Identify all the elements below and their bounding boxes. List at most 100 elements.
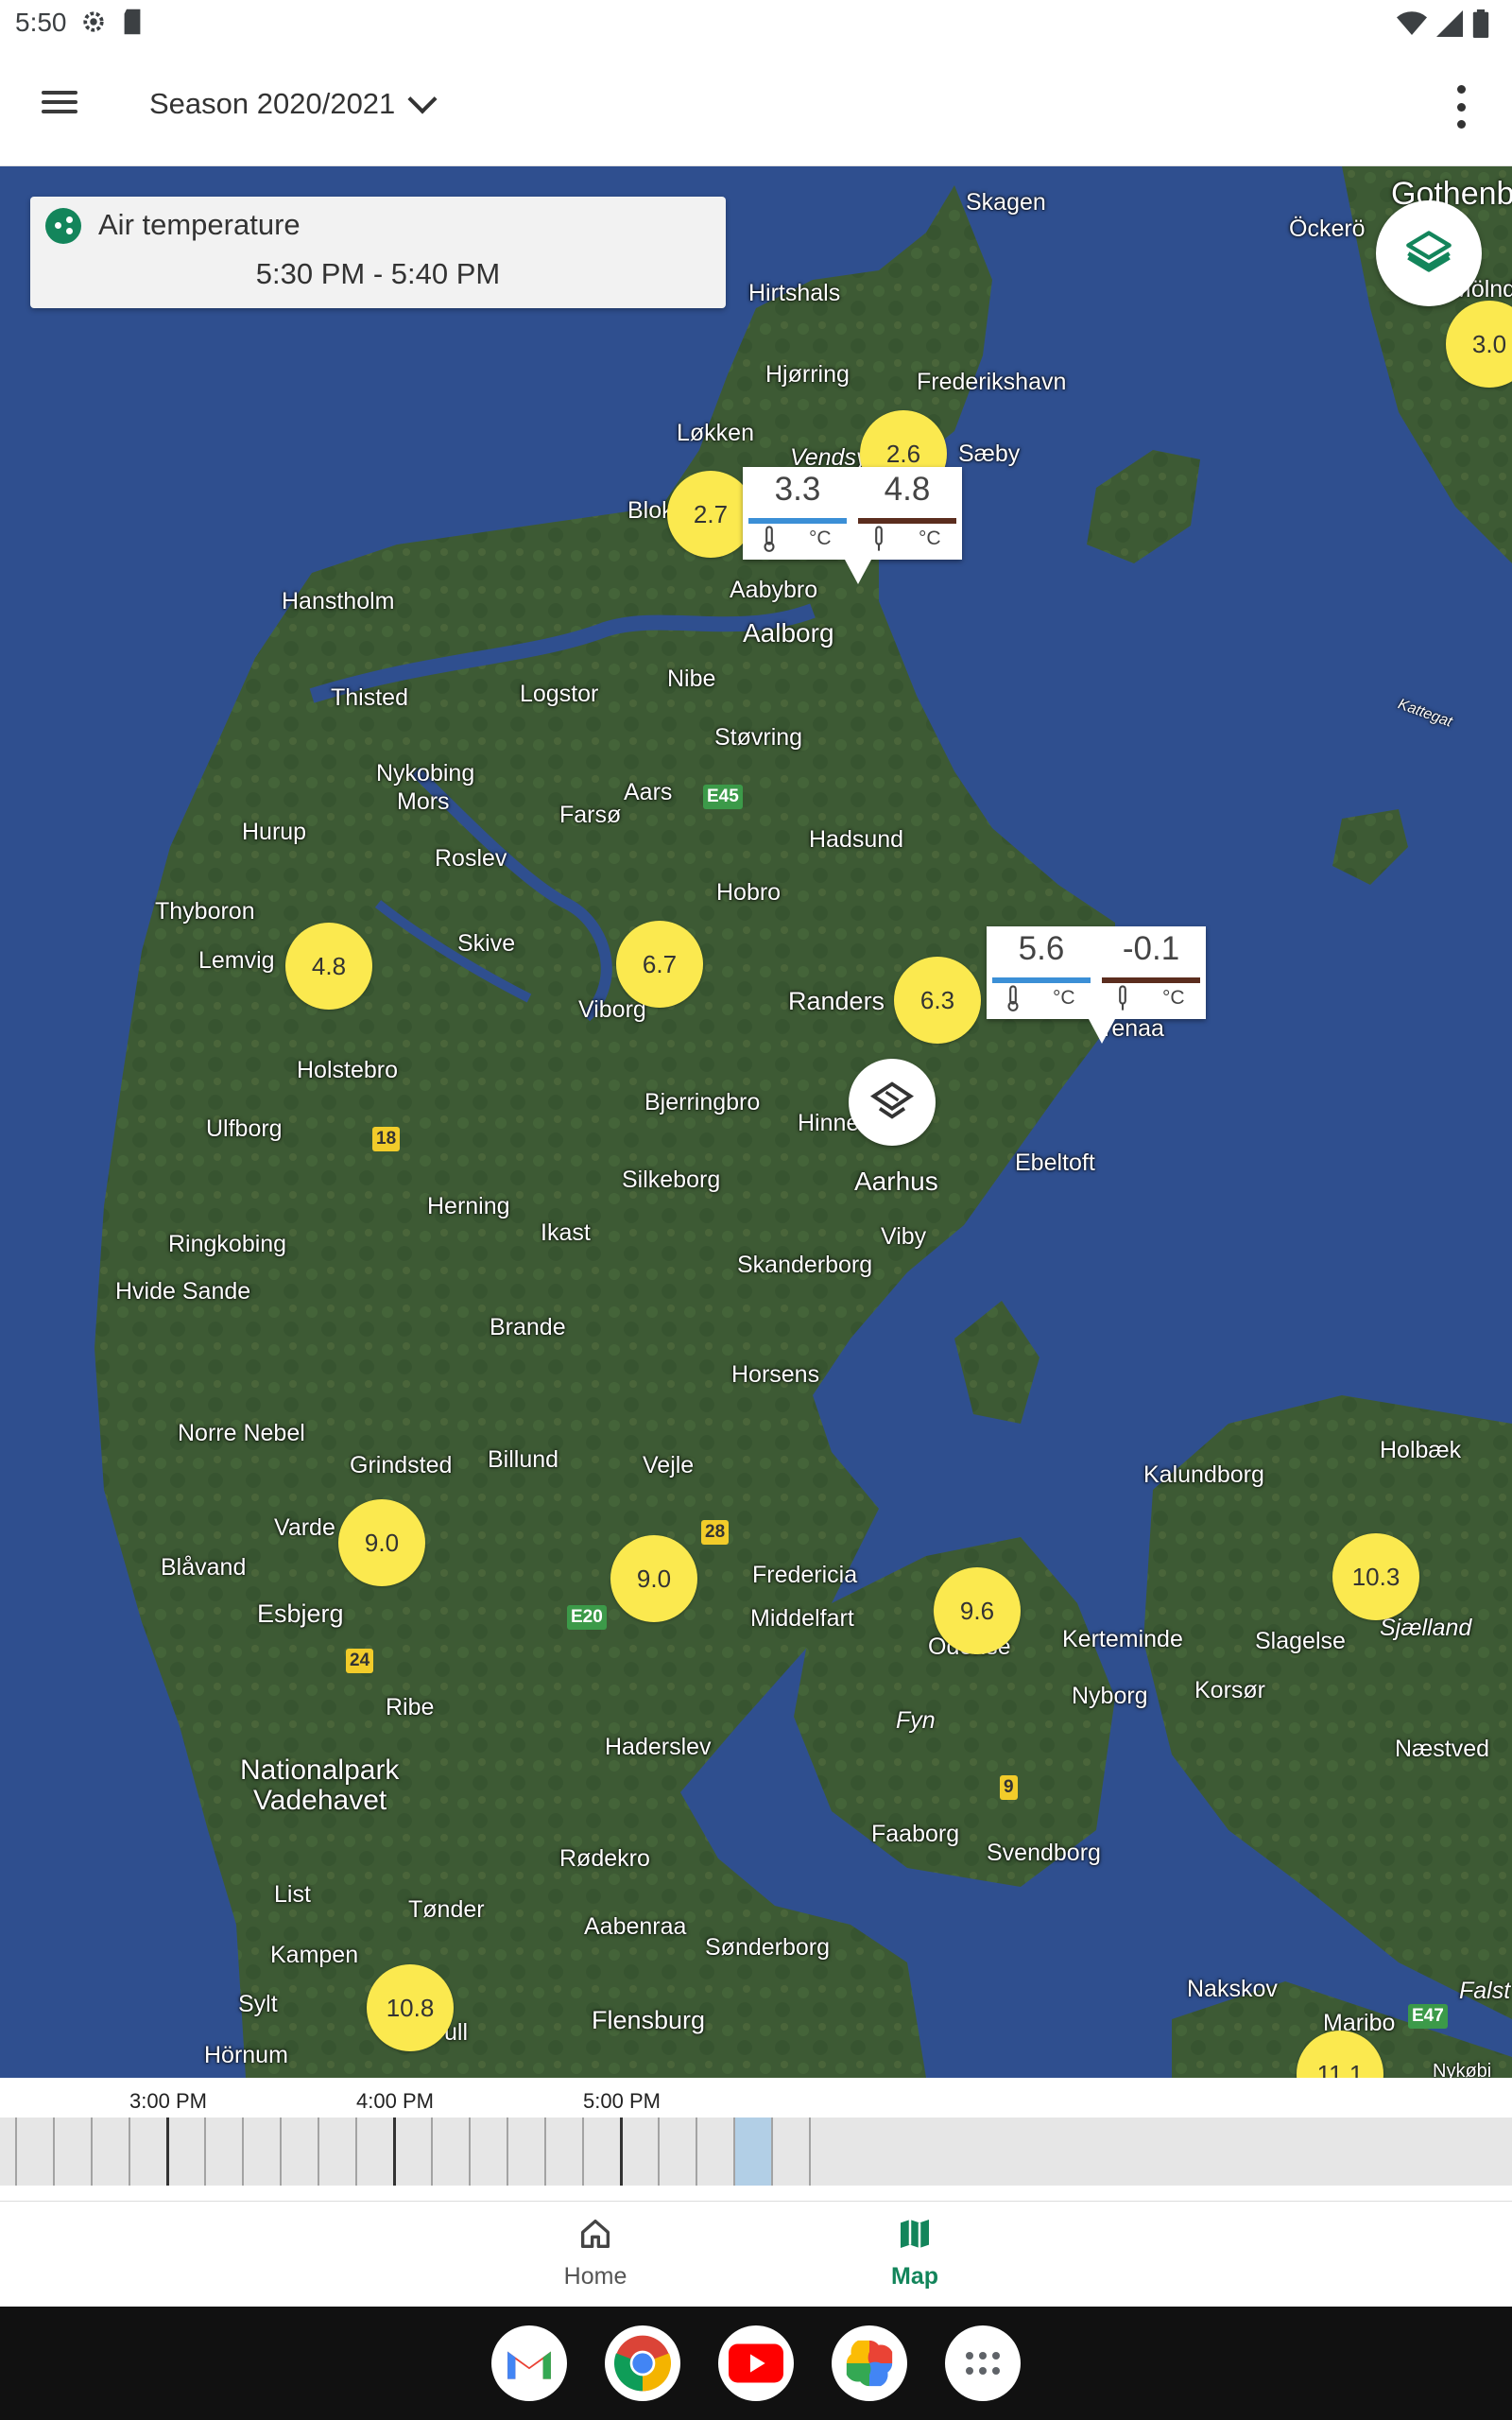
temperature-bubble[interactable]: 6.3: [894, 957, 981, 1044]
place-label: Vejle: [643, 1452, 695, 1478]
temperature-bubble[interactable]: 4.8: [285, 923, 372, 1010]
place-label: Ebeltoft: [1015, 1150, 1095, 1176]
place-label: Faaborg: [871, 1821, 960, 1847]
unit-label: °C: [1053, 987, 1075, 1009]
timeline-tick[interactable]: [393, 2118, 396, 2186]
place-label: Mors: [397, 788, 450, 815]
temperature-bubble[interactable]: 9.6: [934, 1567, 1021, 1654]
timeline-tick[interactable]: [242, 2118, 244, 2186]
hamburger-menu-icon[interactable]: [42, 85, 87, 130]
station-popup[interactable]: 5.6 -0.1 °C °C: [987, 926, 1206, 1044]
place-label: Hanstholm: [282, 588, 395, 614]
timeline-tick[interactable]: [771, 2118, 773, 2186]
gmail-icon[interactable]: [491, 2325, 567, 2401]
nav-home[interactable]: Home: [501, 2215, 690, 2290]
nav-map[interactable]: Map: [820, 2215, 1009, 2290]
timeline-tick[interactable]: [507, 2118, 508, 2186]
layers-button[interactable]: [1376, 200, 1482, 306]
timeline[interactable]: 3:00 PM 4:00 PM 5:00 PM: [0, 2078, 1512, 2201]
place-label: Ulfborg: [206, 1115, 283, 1142]
chrome-icon[interactable]: [605, 2325, 680, 2401]
timeline-track[interactable]: [0, 2118, 1512, 2186]
timeline-tick[interactable]: [544, 2118, 546, 2186]
air-temperature-value: 3.3: [774, 471, 821, 508]
unit-label: °C: [1162, 987, 1185, 1009]
soil-temperature-value: -0.1: [1122, 930, 1180, 967]
place-label: Sylt: [238, 1991, 278, 2017]
timeline-selected-slot[interactable]: [733, 2118, 773, 2186]
place-label: Aalborg: [743, 618, 834, 648]
timeline-label: 4:00 PM: [356, 2089, 434, 2113]
temperature-bubble[interactable]: 10.3: [1332, 1533, 1419, 1620]
timeline-tick[interactable]: [91, 2118, 93, 2186]
layer-title: Air temperature: [98, 208, 301, 241]
timeline-tick[interactable]: [469, 2118, 471, 2186]
temperature-bubble[interactable]: 6.7: [616, 921, 703, 1008]
more-vert-icon[interactable]: [1457, 85, 1469, 129]
app-drawer-icon[interactable]: [945, 2325, 1021, 2401]
soil-thermometer-icon: [871, 526, 886, 557]
temperature-bubble[interactable]: 9.0: [610, 1535, 697, 1622]
soil-temperature-bar: [858, 518, 956, 524]
timeline-tick[interactable]: [204, 2118, 206, 2186]
place-label: Nykøbi: [1433, 2061, 1492, 2078]
youtube-icon[interactable]: [718, 2325, 794, 2401]
place-label: Logstor: [520, 681, 599, 707]
timeline-tick[interactable]: [166, 2118, 169, 2186]
station-popup[interactable]: 3.3 4.8 °C °C: [743, 467, 962, 584]
timeline-label: 5:00 PM: [583, 2089, 661, 2113]
place-label: Rødekro: [559, 1845, 650, 1872]
timeline-tick[interactable]: [53, 2118, 55, 2186]
app-bar: Season 2020/2021: [0, 49, 1512, 166]
map-view[interactable]: Skagen Gothenb Öckerö Mölnd Hirtshals Hj…: [0, 166, 1512, 2078]
place-label: Næstved: [1395, 1736, 1490, 1762]
timeline-tick[interactable]: [280, 2118, 282, 2186]
place-label: Kerteminde: [1062, 1626, 1183, 1652]
place-label: Middelfart: [750, 1605, 854, 1632]
road-marker: 24: [346, 1649, 374, 1673]
photos-icon[interactable]: [832, 2325, 907, 2401]
timeline-tick[interactable]: [658, 2118, 660, 2186]
place-label: Sjælland: [1380, 1615, 1472, 1641]
timeline-tick[interactable]: [15, 2118, 17, 2186]
place-label: Holbæk: [1380, 1437, 1462, 1463]
layers-icon: [1404, 227, 1453, 281]
field-pin-button[interactable]: [849, 1059, 936, 1146]
place-label: Slagelse: [1255, 1628, 1346, 1654]
place-label: Farsø: [559, 802, 622, 828]
place-label: Aars: [624, 779, 673, 805]
place-label: Varde: [274, 1514, 335, 1541]
temperature-bubble[interactable]: 9.0: [338, 1499, 425, 1586]
place-label: Frederikshavn: [917, 369, 1067, 395]
place-label: Esbjerg: [257, 1599, 344, 1628]
place-label: Silkeborg: [622, 1167, 721, 1193]
timeline-tick[interactable]: [582, 2118, 584, 2186]
place-label: Blåvand: [161, 1554, 247, 1581]
timeline-tick[interactable]: [696, 2118, 697, 2186]
place-label: Thyboron: [155, 898, 255, 925]
timeline-tick[interactable]: [620, 2118, 623, 2186]
place-label: Roslev: [435, 845, 507, 872]
place-label: Hadsund: [809, 826, 904, 853]
season-selector[interactable]: Season 2020/2021: [149, 84, 438, 121]
place-label: Ikast: [541, 1219, 591, 1246]
timeline-tick[interactable]: [355, 2118, 357, 2186]
place-label: Hobro: [716, 879, 782, 906]
place-label: Billund: [488, 1446, 559, 1473]
temperature-bubble[interactable]: 10.8: [367, 1964, 454, 2051]
taskbar: [0, 2307, 1512, 2420]
place-label: Aabybro: [730, 577, 818, 603]
timeline-tick[interactable]: [431, 2118, 433, 2186]
timeline-tick[interactable]: [733, 2118, 735, 2186]
temperature-bubble[interactable]: 2.7: [667, 471, 754, 558]
timeline-tick[interactable]: [129, 2118, 130, 2186]
timeline-tick[interactable]: [809, 2118, 811, 2186]
place-label: Hvide Sande: [115, 1278, 251, 1305]
sd-card-icon: [121, 8, 144, 43]
place-label: Ringkobing: [168, 1231, 287, 1257]
timeline-tick[interactable]: [318, 2118, 319, 2186]
place-label: Thisted: [331, 684, 408, 711]
place-label: Randers: [788, 987, 885, 1015]
road-marker: 18: [372, 1127, 401, 1151]
thermometer-icon: [1005, 985, 1021, 1016]
